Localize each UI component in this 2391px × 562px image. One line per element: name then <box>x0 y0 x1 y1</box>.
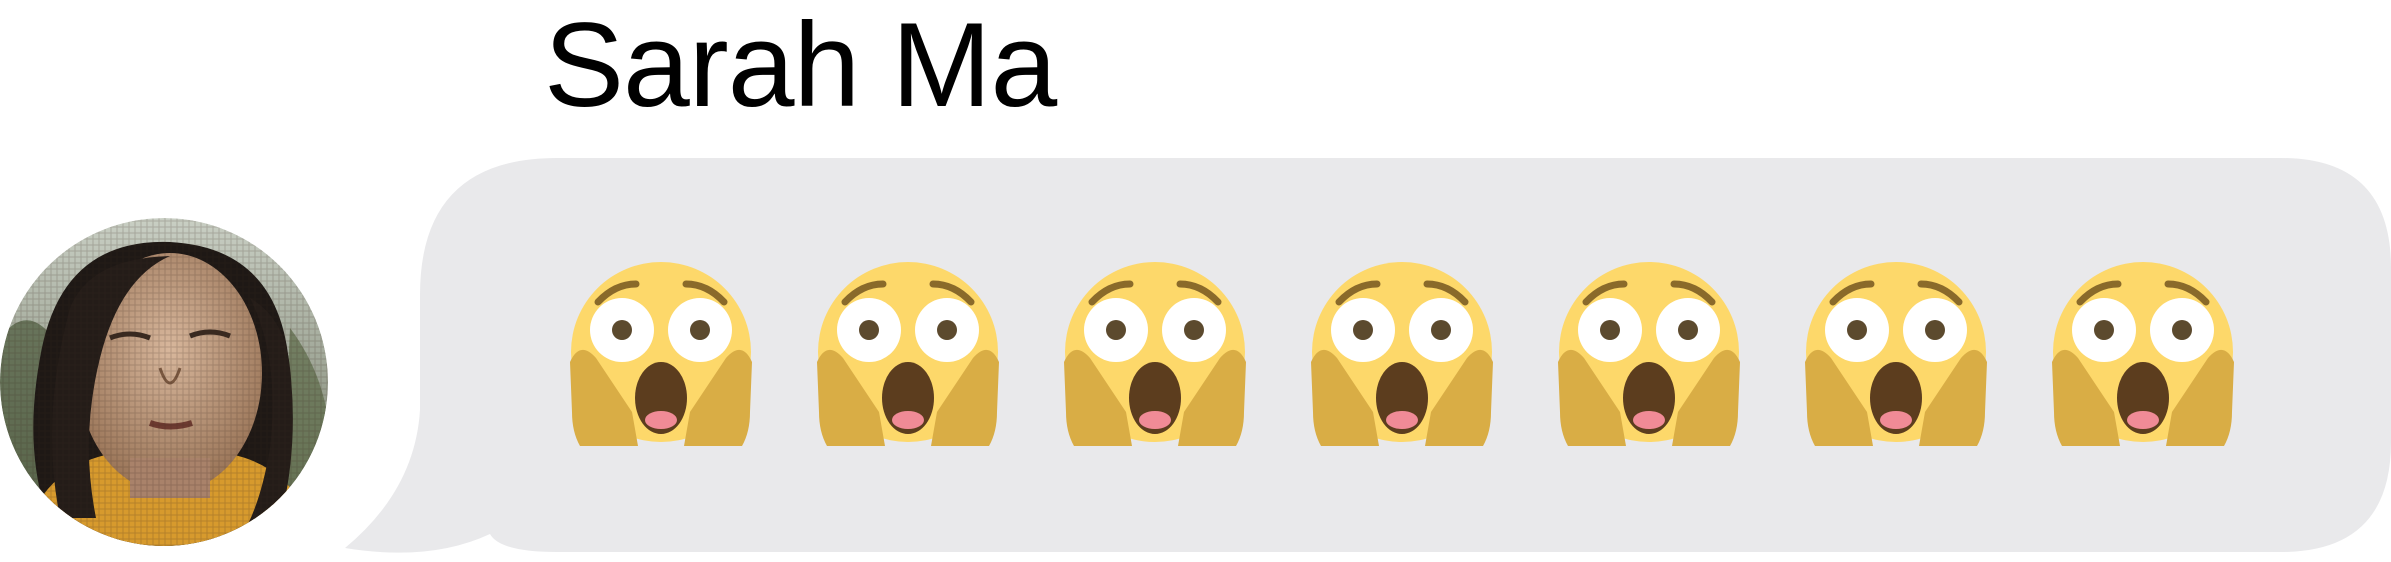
avatar-image <box>0 218 328 546</box>
face-screaming-in-fear-icon <box>1805 262 1987 446</box>
sender-name: Sarah Ma <box>544 0 1057 132</box>
face-screaming-in-fear-icon <box>1558 262 1740 446</box>
face-screaming-in-fear-icon <box>570 262 752 446</box>
face-screaming-in-fear-icon <box>1064 262 1246 446</box>
face-screaming-in-fear-icon <box>2052 262 2234 446</box>
avatar[interactable] <box>0 218 328 546</box>
face-screaming-in-fear-icon <box>817 262 999 446</box>
face-screaming-in-fear-icon <box>1311 262 1493 446</box>
